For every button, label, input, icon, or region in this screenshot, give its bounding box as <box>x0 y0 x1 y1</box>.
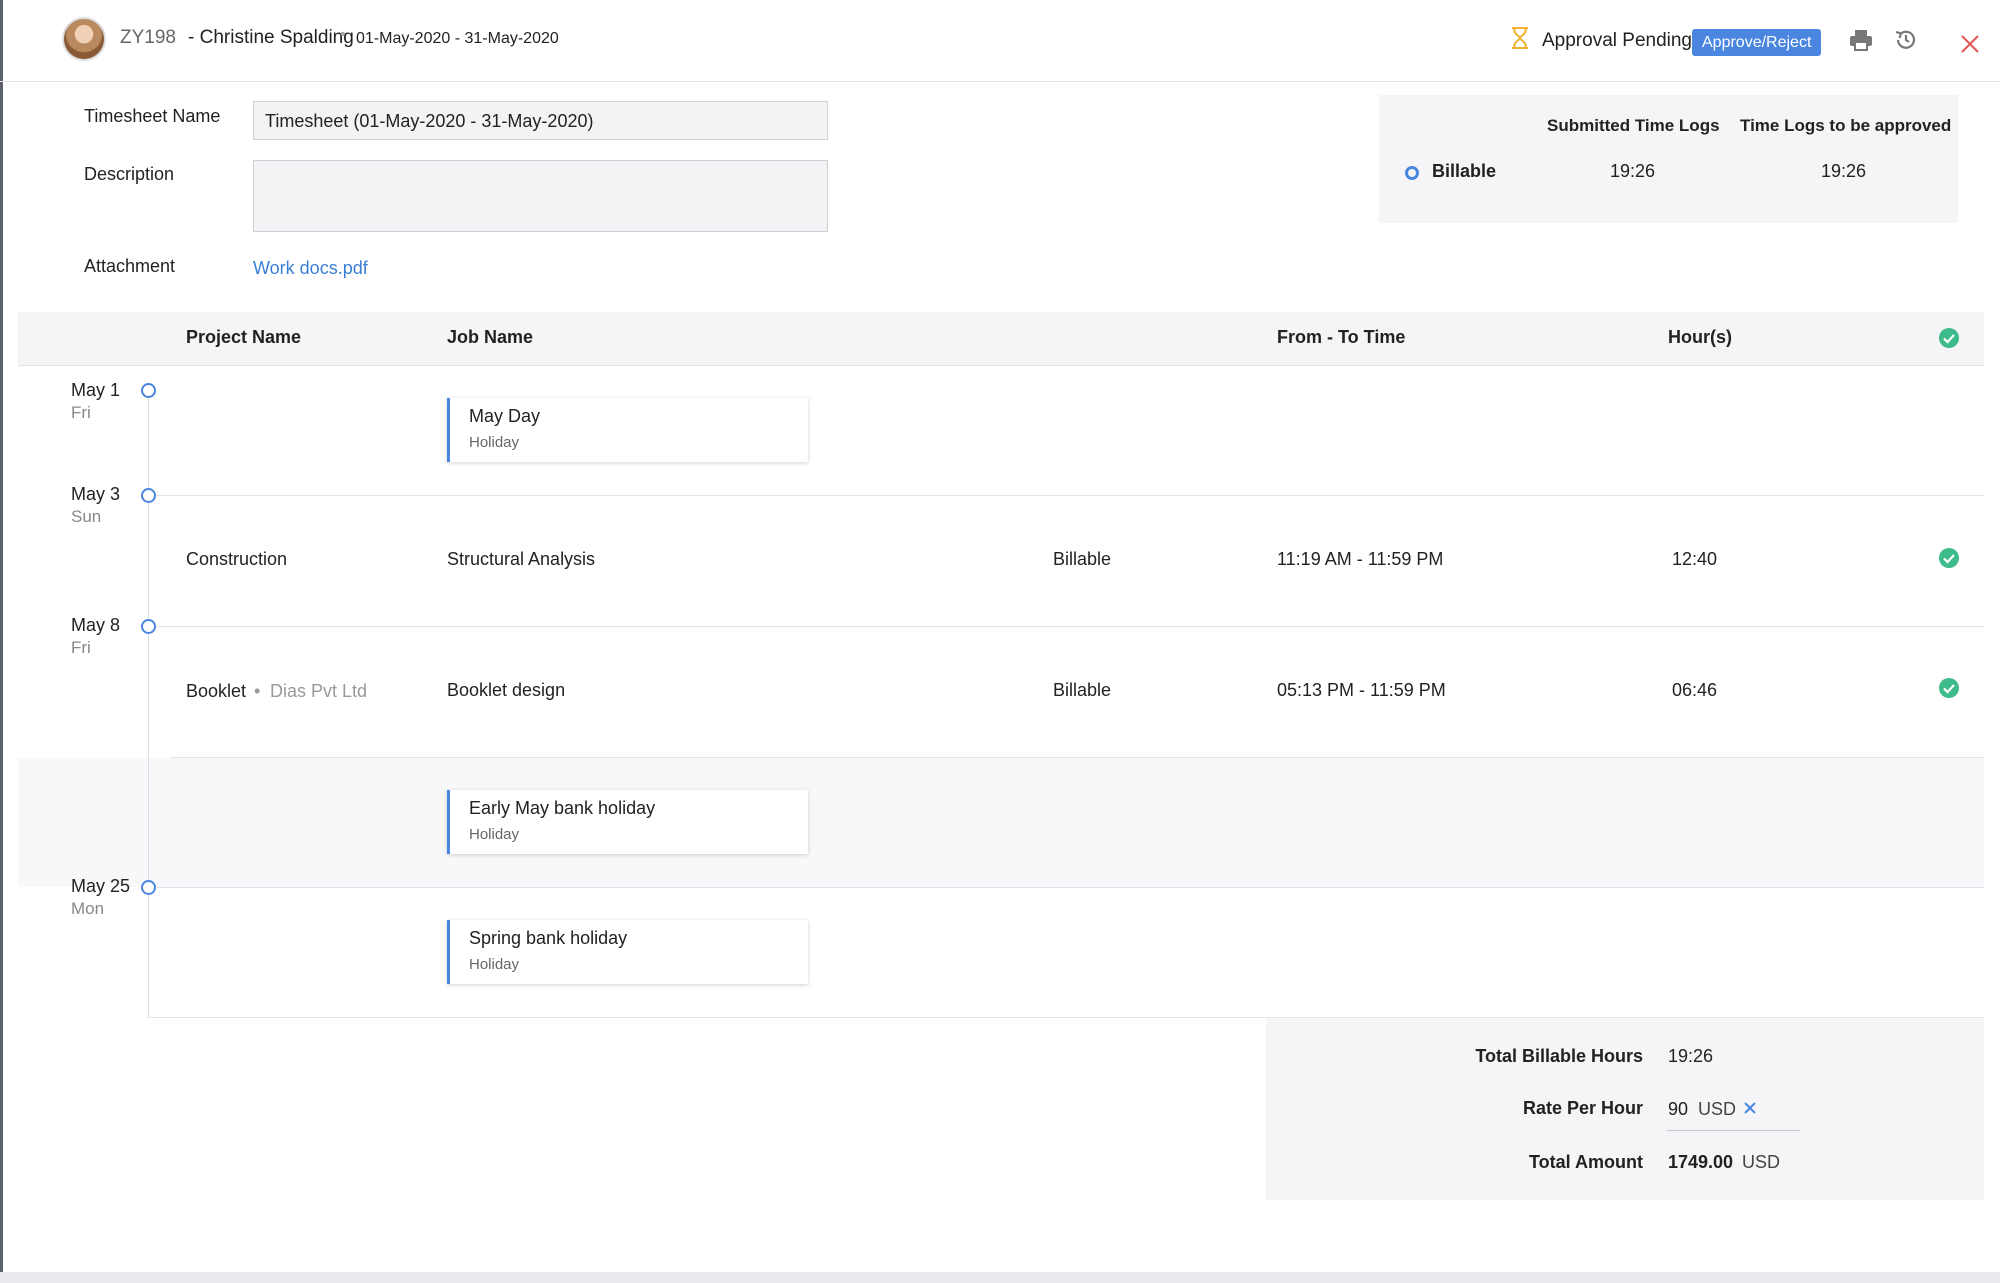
log-project: Booklet <box>186 681 247 701</box>
day-label: Mon <box>71 899 105 918</box>
approval-status: Approval Pending <box>1542 30 1692 51</box>
history-icon[interactable] <box>1893 27 1919 53</box>
timeline-dot <box>141 383 156 398</box>
holiday-title: May Day <box>469 406 541 426</box>
date-label: May 25 <box>71 876 131 896</box>
rate-currency: USD <box>1698 1099 1737 1119</box>
date-label: May 3 <box>71 484 121 504</box>
approved-check-icon[interactable] <box>1938 547 1960 569</box>
log-billing-type: Billable <box>1053 680 1112 700</box>
attachment-link[interactable]: Work docs.pdf <box>253 258 368 279</box>
to-approve-header: Time Logs to be approved <box>1740 116 1952 135</box>
day-label: Fri <box>71 638 91 657</box>
row-separator <box>148 626 1984 627</box>
bottom-strip <box>0 1272 2000 1283</box>
total-amount-currency: USD <box>1742 1152 1781 1172</box>
log-job: Booklet design <box>447 680 566 700</box>
timeline-dot <box>141 880 156 895</box>
time-logs-summary <box>1379 95 1958 223</box>
col-hours: Hour(s) <box>1668 327 1732 347</box>
timeline-dot <box>141 488 156 503</box>
day-label: Sun <box>71 507 102 526</box>
row-separator <box>148 495 1984 496</box>
rate-input-underline <box>1667 1130 1800 1131</box>
holiday-type: Holiday <box>469 826 520 843</box>
rate-per-hour-label: Rate Per Hour <box>1522 1098 1643 1118</box>
description-label: Description <box>84 164 175 184</box>
summary-billable-label: Billable <box>1432 161 1497 181</box>
description-input[interactable] <box>253 160 828 232</box>
holiday-row-shade <box>18 758 1984 887</box>
col-project-name: Project Name <box>186 327 302 347</box>
log-job: Structural Analysis <box>447 549 596 569</box>
log-time-range: 11:19 AM - 11:59 PM <box>1277 549 1444 569</box>
print-icon[interactable] <box>1848 28 1874 52</box>
attachment-label: Attachment <box>84 256 176 276</box>
date-label: May 8 <box>71 615 121 635</box>
holiday-title: Early May bank holiday <box>469 798 656 818</box>
col-job-name: Job Name <box>447 327 534 347</box>
clear-rate-icon[interactable] <box>1742 1100 1758 1116</box>
approve-reject-button[interactable]: Approve/Reject <box>1692 29 1822 56</box>
timesheet-period: 01-May-2020 - 31-May-2020 <box>356 30 559 47</box>
total-billable-hours-label: Total Billable Hours <box>1475 1046 1643 1066</box>
employee-name: - Christine Spalding <box>188 27 354 48</box>
total-amount-label: Total Amount <box>1529 1152 1643 1172</box>
holiday-type: Holiday <box>469 434 520 451</box>
timesheet-name-label: Timesheet Name <box>84 106 221 126</box>
date-label: May 1 <box>71 380 121 400</box>
log-time-range: 05:13 PM - 11:59 PM <box>1277 680 1446 700</box>
day-label: Fri <box>71 403 91 422</box>
holiday-title: Spring bank holiday <box>469 928 628 948</box>
holiday-card: May Day Holiday <box>447 398 808 462</box>
submitted-header: Submitted Time Logs <box>1547 116 1720 135</box>
billable-circle-icon <box>1405 166 1419 180</box>
close-icon[interactable] <box>1959 33 1981 55</box>
hourglass-icon <box>1512 27 1528 49</box>
timeline-dot <box>141 619 156 634</box>
holiday-card: Early May bank holiday Holiday <box>447 790 808 854</box>
row-separator <box>148 887 1984 888</box>
employee-id: ZY198 <box>120 27 176 48</box>
col-from-to-time: From - To Time <box>1277 327 1406 347</box>
timeline-line <box>148 390 149 1018</box>
header-separator: • <box>340 26 346 43</box>
avatar <box>62 17 106 61</box>
log-hours: 12:40 <box>1672 549 1718 569</box>
approved-check-icon[interactable] <box>1938 677 1960 699</box>
log-billing-type: Billable <box>1053 549 1112 569</box>
timesheet-name-input[interactable]: Timesheet (01-May-2020 - 31-May-2020) <box>253 101 828 140</box>
project-separator: • <box>254 681 261 701</box>
select-all-check-icon[interactable] <box>1938 327 1960 349</box>
holiday-card: Spring bank holiday Holiday <box>447 920 808 984</box>
total-amount-value: 1749.00 <box>1668 1152 1734 1172</box>
total-billable-hours-value: 19:26 <box>1668 1046 1714 1066</box>
log-client: Dias Pvt Ltd <box>270 681 368 701</box>
to-approve-value: 19:26 <box>1821 161 1867 181</box>
row-separator <box>170 757 1984 758</box>
log-project: Construction <box>186 549 288 569</box>
submitted-value: 19:26 <box>1610 161 1656 181</box>
rate-per-hour-input[interactable]: 90 <box>1668 1099 1688 1120</box>
holiday-type: Holiday <box>469 956 520 973</box>
log-hours: 06:46 <box>1672 680 1718 700</box>
